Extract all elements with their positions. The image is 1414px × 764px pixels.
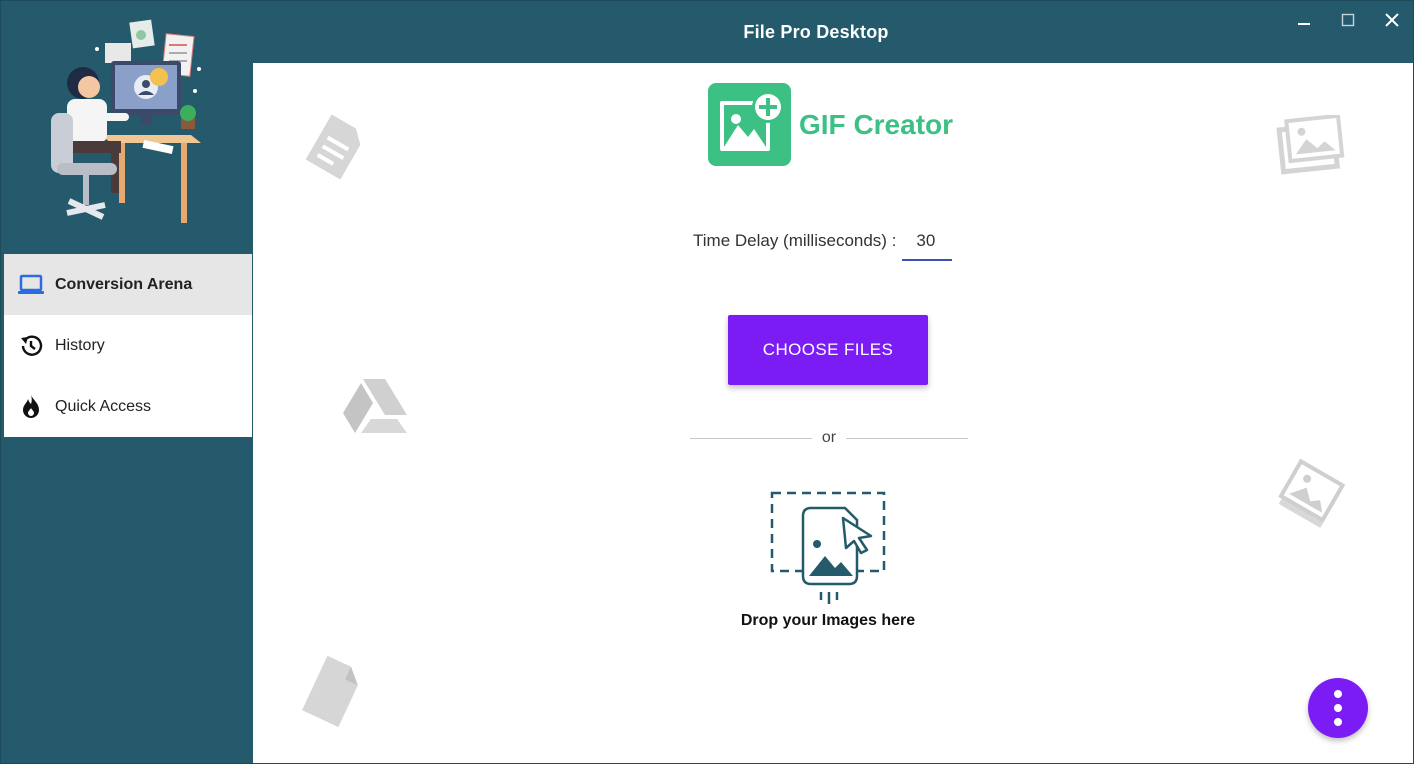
sidebar-item-conversion-arena[interactable]: Conversion Arena (4, 254, 252, 315)
divider-line (846, 437, 969, 439)
logo-text: GIF Creator (799, 108, 954, 140)
history-icon (17, 332, 45, 360)
minimize-icon (1298, 23, 1310, 25)
photos-bg-icon (1276, 115, 1345, 175)
dot-icon (1334, 718, 1342, 726)
divider-line (690, 437, 812, 439)
or-divider: or (690, 429, 969, 447)
sidebar-nav: Conversion Arena History Quick Access (4, 254, 252, 437)
drive-bg-icon (343, 379, 407, 433)
gif-creator-logo-icon (708, 83, 791, 166)
maximize-icon (1341, 13, 1355, 27)
sidebar-item-label: Quick Access (55, 397, 152, 415)
laptop-icon (17, 271, 45, 299)
image-drop-zone[interactable]: Drop your Images here (733, 488, 923, 638)
more-options-button[interactable] (1308, 678, 1368, 738)
window-title: File Pro Desktop (743, 21, 889, 42)
document-bg-icon (305, 114, 361, 180)
sidebar-item-label: History (55, 336, 105, 354)
dot-icon (1334, 704, 1342, 712)
close-icon (1385, 13, 1399, 27)
maximize-button[interactable] (1337, 9, 1359, 31)
time-delay-row: Time Delay (milliseconds) : (693, 227, 953, 261)
close-button[interactable] (1381, 9, 1403, 31)
time-delay-label: Time Delay (milliseconds) : (693, 231, 897, 250)
workspace-illustration (51, 19, 201, 223)
choose-files-button[interactable]: CHOOSE FILES (728, 315, 928, 385)
drop-image-icon (770, 491, 886, 604)
or-label: or (821, 429, 837, 446)
title-bar: File Pro Desktop (253, 1, 1413, 63)
image-stack-bg-icon (1278, 458, 1346, 528)
app-window: Conversion Arena History Quick Access Fi… (0, 0, 1414, 764)
fire-icon (17, 393, 45, 421)
sidebar-item-history[interactable]: History (4, 315, 252, 376)
file-bg-icon (302, 655, 358, 728)
sidebar-item-label: Conversion Arena (55, 275, 193, 293)
dot-icon (1334, 690, 1342, 698)
drop-zone-label: Drop your Images here (740, 612, 916, 629)
sidebar-item-quick-access[interactable]: Quick Access (4, 376, 252, 437)
sidebar: Conversion Arena History Quick Access (1, 1, 253, 764)
conversion-panel: GIF Creator Time Delay (milliseconds) : … (253, 63, 1413, 763)
time-delay-input[interactable] (902, 227, 953, 261)
minimize-button[interactable] (1293, 9, 1315, 31)
app-logo: GIF Creator (708, 83, 953, 166)
window-controls (1293, 9, 1403, 31)
